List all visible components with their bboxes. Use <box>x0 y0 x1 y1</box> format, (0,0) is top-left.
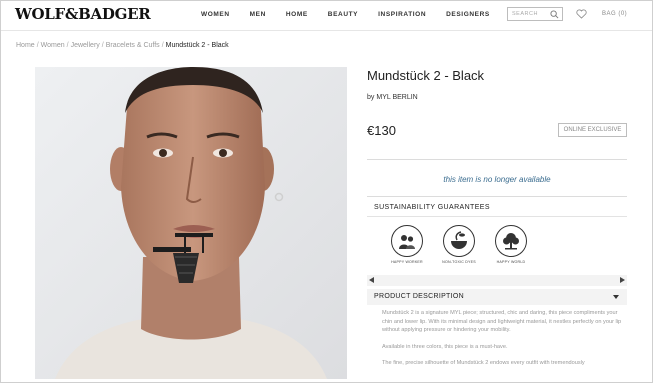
byline-prefix: by <box>367 94 375 101</box>
scroll-left-arrow-icon[interactable] <box>369 277 374 283</box>
product-image[interactable] <box>35 67 347 379</box>
description-paragraph: The fine, precise silhouette of Mundstüc… <box>382 360 585 367</box>
product-description-toggle[interactable]: PRODUCT DESCRIPTION <box>367 289 627 305</box>
bag-link[interactable]: BAG (0) <box>602 11 627 17</box>
availability-message: this item is no longer available <box>443 175 551 184</box>
breadcrumb-home[interactable]: Home <box>16 42 35 49</box>
breadcrumb-separator: / <box>101 42 104 49</box>
divider <box>367 159 627 160</box>
breadcrumb-separator: / <box>66 42 69 49</box>
nav-item-beauty[interactable]: BEAUTY <box>328 11 358 18</box>
search-icon[interactable] <box>550 10 559 19</box>
breadcrumb-jewellery[interactable]: Jewellery <box>71 42 100 49</box>
designer-link[interactable]: MYL BERLIN <box>376 94 417 101</box>
product-title: Mundstück 2 - Black <box>367 68 485 83</box>
scroll-right-arrow-icon[interactable] <box>620 277 625 283</box>
breadcrumb-separator: / <box>161 42 164 49</box>
sustainability-badge-non-toxic-dyes[interactable]: NON-TOXIC DYES <box>439 225 479 264</box>
caret-down-icon <box>613 295 619 299</box>
brand-logo[interactable]: WOLF&BADGER <box>15 5 151 23</box>
divider <box>367 196 627 197</box>
site-header: WOLF&BADGER WOMEN MEN HOME BEAUTY INSPIR… <box>1 1 652 31</box>
nav-item-inspiration[interactable]: INSPIRATION <box>378 11 426 18</box>
breadcrumb: Home / Women / Jewellery / Bracelets & Cuffs / M… <box>16 42 229 49</box>
badge-label: NON-TOXIC DYES <box>442 260 476 264</box>
divider <box>367 216 627 217</box>
happy-worker-icon <box>391 225 423 257</box>
breadcrumb-separator: / <box>36 42 39 49</box>
sustainability-badge-happy-worker[interactable]: HAPPY WORKER <box>387 225 427 264</box>
breadcrumb-bracelets-cuffs[interactable]: Bracelets & Cuffs <box>106 42 160 49</box>
model-photo-illustration <box>35 67 347 379</box>
search-input[interactable]: SEARCH <box>507 7 563 21</box>
wishlist-heart-icon[interactable] <box>576 9 587 19</box>
breadcrumb-women[interactable]: Women <box>41 42 65 49</box>
product-page: WOLF&BADGER WOMEN MEN HOME BEAUTY INSPIR… <box>0 0 653 383</box>
non-toxic-dyes-icon <box>443 225 475 257</box>
product-description-body: Mundstück 2 is a signature MYL piece; st… <box>382 309 622 376</box>
nav-item-home[interactable]: HOME <box>286 11 308 18</box>
nav-item-designers[interactable]: DESIGNERS <box>446 11 490 18</box>
breadcrumb-current: Mundstück 2 - Black <box>165 42 229 49</box>
main-nav: WOMEN MEN HOME BEAUTY INSPIRATION DESIGN… <box>201 11 510 18</box>
happy-world-icon <box>495 225 527 257</box>
badge-scrollbar[interactable] <box>367 275 627 286</box>
nav-item-women[interactable]: WOMEN <box>201 11 230 18</box>
sustainability-badge-happy-world[interactable]: HAPPY WORLD <box>491 225 531 264</box>
badge-label: HAPPY WORKER <box>391 260 423 264</box>
product-description-title: PRODUCT DESCRIPTION <box>374 293 464 300</box>
description-paragraph: Available in three colors, this piece is… <box>382 343 508 350</box>
nav-item-men[interactable]: MEN <box>250 11 266 18</box>
badge-label: HAPPY WORLD <box>496 260 526 264</box>
product-price: €130 <box>367 123 396 138</box>
online-exclusive-badge: ONLINE EXCLUSIVE <box>558 123 627 137</box>
search-placeholder: SEARCH <box>512 11 538 17</box>
description-paragraph: Mundstück 2 is a signature MYL piece; st… <box>382 310 622 334</box>
product-byline: by MYL BERLIN <box>367 94 418 101</box>
sustainability-title: SUSTAINABILITY GUARANTEES <box>374 204 490 211</box>
